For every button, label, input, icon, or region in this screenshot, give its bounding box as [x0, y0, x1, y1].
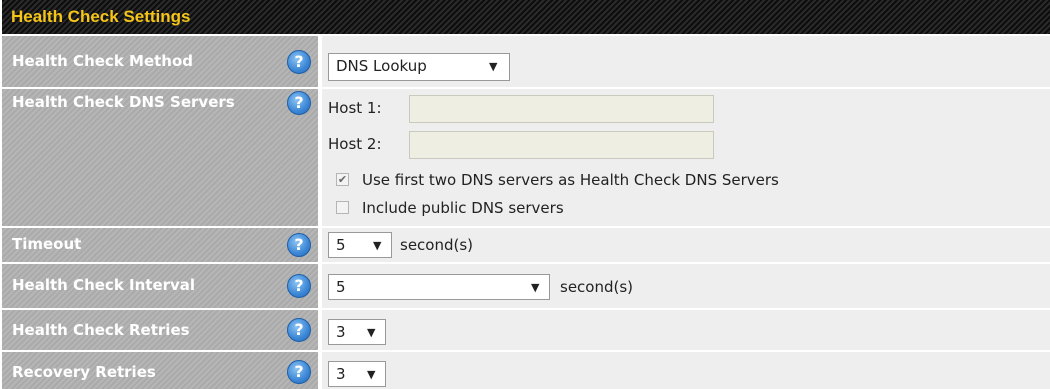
help-icon[interactable]: ? [287, 91, 311, 115]
value-cell: 5 ▼ second(s) [322, 228, 1050, 262]
use-first-two-dns-checkbox[interactable]: ✔ [336, 173, 349, 186]
health-check-method-select[interactable]: DNS Lookup ▼ [328, 53, 510, 81]
value-cell: Host 1: Host 2: ✔ Use first two DNS serv… [322, 89, 1050, 226]
health-check-retries-select[interactable]: 3 ▼ [328, 319, 386, 345]
selected-value: DNS Lookup [336, 57, 427, 75]
host1-label: Host 1: [328, 99, 382, 117]
row-health-check-method: Health Check Method ? DNS Lookup ▼ [2, 36, 1050, 87]
use-first-two-dns-label: Use first two DNS servers as Health Chec… [362, 171, 779, 189]
health-check-settings-panel: Health Check Settings Health Check Metho… [0, 0, 1050, 389]
row-timeout: Timeout ? 5 ▼ second(s) [2, 228, 1050, 262]
value-cell: DNS Lookup ▼ [322, 36, 1050, 87]
health-check-interval-select[interactable]: 5 ▼ [328, 274, 550, 300]
timeout-unit: second(s) [400, 236, 474, 254]
host2-input[interactable] [409, 131, 714, 159]
label-cell: Timeout ? [2, 228, 318, 262]
help-icon[interactable]: ? [287, 318, 311, 342]
value-cell: 3 ▼ [322, 352, 1050, 389]
field-label: Recovery Retries [12, 363, 156, 381]
host2-label: Host 2: [328, 135, 382, 153]
label-cell: Recovery Retries ? [2, 352, 318, 389]
label-cell: Health Check Method ? [2, 36, 318, 87]
label-cell: Health Check DNS Servers ? [2, 89, 318, 226]
recovery-retries-select[interactable]: 3 ▼ [328, 361, 386, 387]
selected-value: 5 [336, 236, 346, 254]
dropdown-arrow-icon: ▼ [373, 239, 382, 252]
section-header: Health Check Settings [2, 0, 1050, 34]
field-label: Health Check Retries [12, 321, 190, 339]
label-cell: Health Check Interval ? [2, 264, 318, 308]
include-public-dns-checkbox[interactable] [336, 201, 349, 214]
row-recovery-retries: Recovery Retries ? 3 ▼ [2, 352, 1050, 389]
field-label: Timeout [12, 235, 82, 253]
row-health-check-retries: Health Check Retries ? 3 ▼ [2, 310, 1050, 350]
field-label: Health Check Method [12, 52, 194, 70]
dropdown-arrow-icon: ▼ [367, 326, 376, 339]
help-icon[interactable]: ? [287, 274, 311, 298]
label-cell: Health Check Retries ? [2, 310, 318, 350]
selected-value: 3 [336, 323, 346, 341]
value-cell: 5 ▼ second(s) [322, 264, 1050, 308]
field-label: Health Check Interval [12, 276, 196, 294]
help-icon[interactable]: ? [287, 233, 311, 257]
timeout-select[interactable]: 5 ▼ [328, 232, 392, 258]
row-health-check-dns-servers: Health Check DNS Servers ? Host 1: Host … [2, 89, 1050, 226]
help-icon[interactable]: ? [287, 50, 311, 74]
selected-value: 5 [336, 278, 346, 296]
field-label: Health Check DNS Servers [12, 93, 235, 111]
host1-input[interactable] [409, 95, 714, 123]
row-health-check-interval: Health Check Interval ? 5 ▼ second(s) [2, 264, 1050, 308]
help-icon[interactable]: ? [287, 360, 311, 384]
selected-value: 3 [336, 365, 346, 383]
value-cell: 3 ▼ [322, 310, 1050, 350]
dropdown-arrow-icon: ▼ [489, 60, 498, 73]
dropdown-arrow-icon: ▼ [531, 281, 540, 294]
dropdown-arrow-icon: ▼ [367, 368, 376, 381]
interval-unit: second(s) [560, 278, 634, 296]
include-public-dns-label: Include public DNS servers [362, 199, 564, 217]
